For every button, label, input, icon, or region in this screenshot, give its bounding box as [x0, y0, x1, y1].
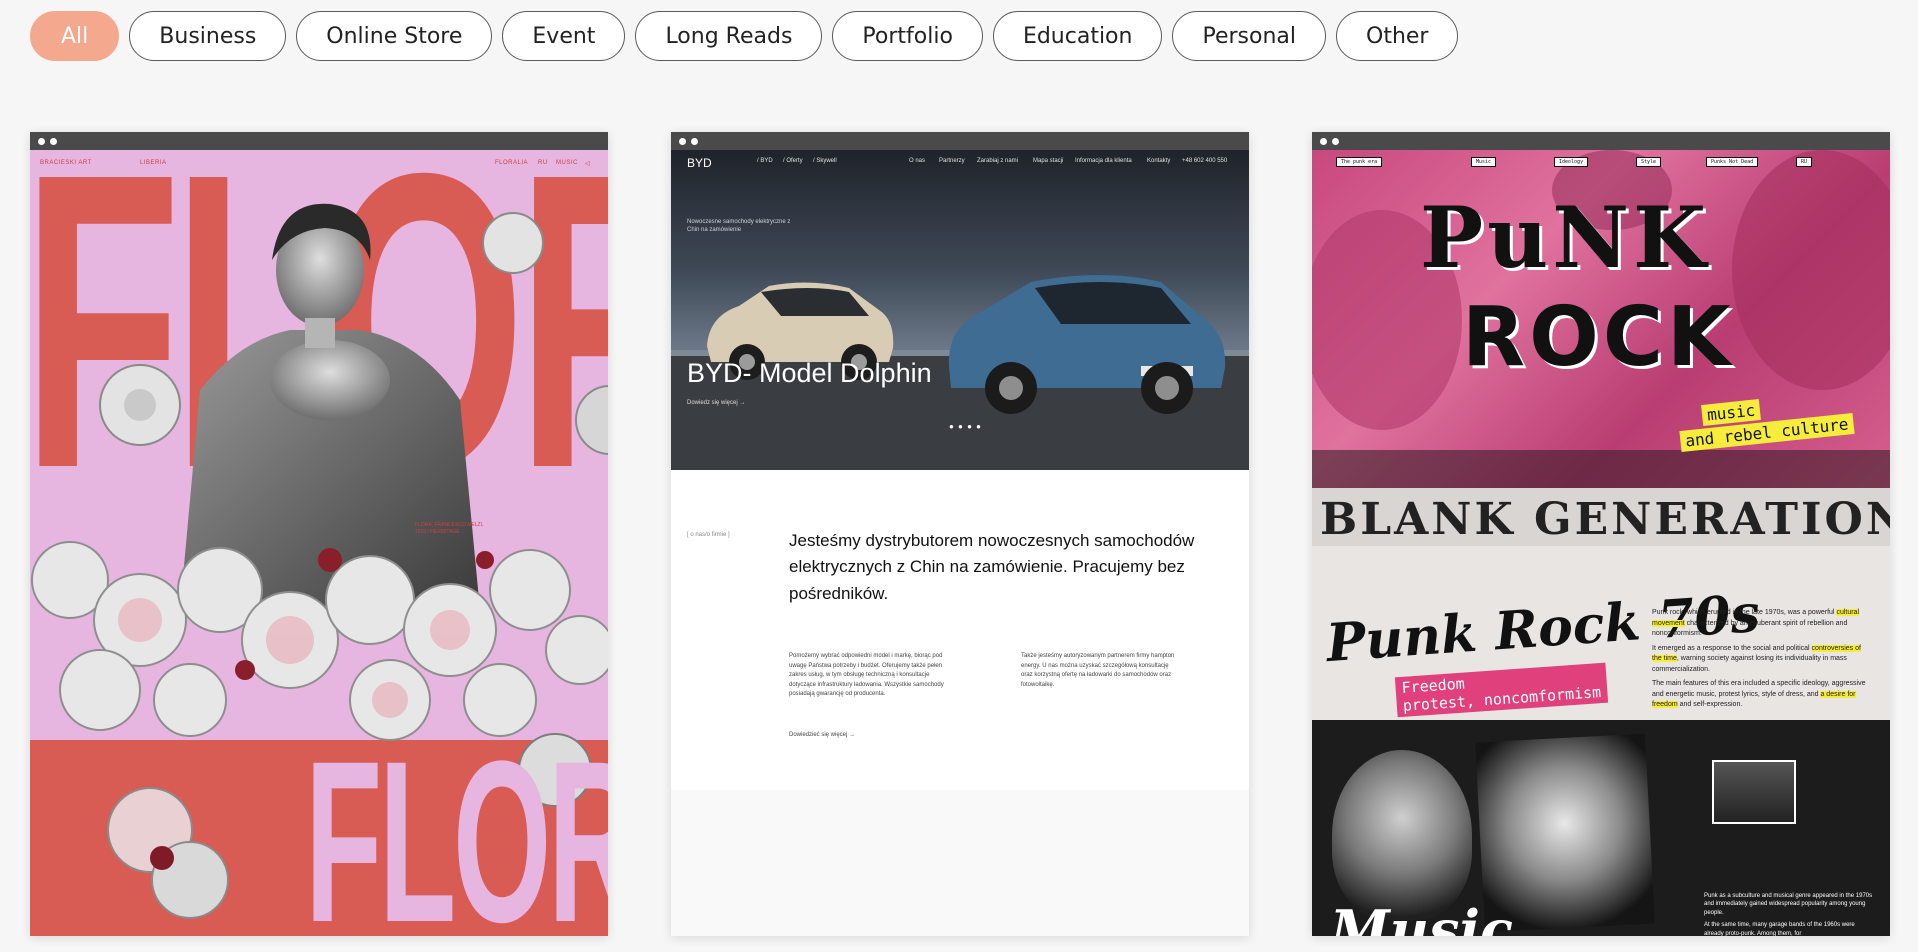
browser-chrome: [671, 132, 1249, 150]
flora-nav-item[interactable]: MUSIC: [556, 160, 578, 166]
flora-nav-item[interactable]: LIBERIA: [140, 160, 167, 166]
flora-caption: FLORA, FRANCESCO MELZI, 1510 / HERMITAGE: [415, 522, 484, 535]
byd-column-2: Także jesteśmy autoryzowanym partnerem f…: [1021, 653, 1175, 688]
template-card-flora[interactable]: FLORA BRACIESKI ART LIBERIA FLORALIA RU …: [30, 132, 608, 936]
category-filter-bar: All Business Online Store Event Long Rea…: [30, 11, 1459, 61]
filter-event[interactable]: Event: [502, 11, 626, 61]
flora-nav-item[interactable]: BRACIESKI ART: [40, 160, 92, 166]
punk-nav-item[interactable]: Style: [1636, 157, 1662, 167]
byd-nav-item[interactable]: O nas: [909, 158, 925, 164]
punk-nav-item[interactable]: Ideology: [1554, 157, 1589, 167]
punk-paragraph: The main features of this era included a…: [1652, 679, 1872, 711]
byd-tagline: Nowoczesne samochody elektryczne z Chin …: [687, 219, 791, 234]
byd-nav-item[interactable]: Partnerzy: [939, 158, 965, 164]
punk-box-text: Punk as a subculture and musical genre a…: [1704, 892, 1874, 936]
byd-nav-item[interactable]: Zarabiaj z nami: [977, 158, 1018, 164]
punk-nav: The punk era Music Ideology Style Punks …: [1326, 154, 1876, 167]
byd-hero: BYD / BYD / Oferty / Skywell O nas Partn…: [671, 150, 1249, 470]
byd-hero-title: BYD- Model Dolphin: [687, 358, 932, 388]
flora-nav-item[interactable]: RU: [538, 160, 548, 166]
blue-car-image: [948, 275, 1226, 414]
filter-other[interactable]: Other: [1336, 11, 1459, 61]
punk-music-heading: Music: [1330, 898, 1513, 936]
filter-online-store[interactable]: Online Store: [296, 11, 493, 61]
punk-box-line: Punk as a subculture and musical genre a…: [1704, 893, 1873, 916]
window-dot-icon: [38, 137, 45, 145]
byd-nav-item[interactable]: / Oferty: [783, 158, 803, 164]
punk-nav-item[interactable]: RU: [1796, 157, 1813, 167]
window-dot-icon: [50, 137, 57, 145]
byd-phone[interactable]: +48 602 400 550: [1182, 158, 1227, 164]
punk-paragraphs: Punk rock, which erupted in the late 197…: [1652, 608, 1872, 715]
byd-hero-link[interactable]: Dowiedz się więcej →: [687, 400, 745, 406]
window-dot-icon: [691, 137, 698, 145]
punk-paragraph: Punk rock, which erupted in the late 197…: [1652, 608, 1872, 640]
flower-icon: [107, 787, 229, 919]
window-dot-icon: [1320, 137, 1327, 145]
browser-chrome: [30, 132, 608, 150]
byd-logo[interactable]: BYD: [687, 156, 712, 170]
byd-nav-item[interactable]: Mapa stacji: [1033, 158, 1063, 164]
carousel-dots[interactable]: ● ● ● ●: [949, 422, 982, 431]
flower-icon: [575, 385, 608, 455]
flora-nav-item[interactable]: FLORALIA: [495, 160, 528, 166]
byd-lead-text: Jesteśmy dystrybutorem nowoczesnych samo…: [789, 531, 1195, 603]
blank-generation-text: BLANK GENERATION: [1320, 494, 1890, 545]
punk-nav-item[interactable]: Music: [1471, 157, 1497, 167]
byd-preview: BYD / BYD / Oferty / Skywell O nas Partn…: [671, 150, 1249, 936]
text: , warning society against losing its ind…: [1652, 655, 1847, 673]
text: and self-expression.: [1677, 701, 1743, 708]
filter-portfolio[interactable]: Portfolio: [832, 11, 983, 61]
filter-all[interactable]: All: [30, 11, 120, 61]
filter-education[interactable]: Education: [992, 11, 1163, 61]
flower-icon: [482, 212, 544, 274]
byd-section-tag: [ o nas/o firmie ]: [687, 532, 730, 538]
punk-box-line: At the same time, many garage bands of t…: [1704, 922, 1855, 936]
template-card-punk[interactable]: The punk era Music Ideology Style Punks …: [1312, 132, 1890, 936]
byd-column-1: Pomożemy wybrać odpowiedni model i markę…: [789, 653, 944, 698]
byd-footer-area: [671, 790, 1249, 936]
flora-big-title-bottom: FLORA: [305, 713, 608, 937]
blank-generation-banner: BLANK GENERATION: [1312, 488, 1890, 546]
filter-personal[interactable]: Personal: [1172, 11, 1326, 61]
template-card-byd[interactable]: BYD / BYD / Oferty / Skywell O nas Partn…: [671, 132, 1249, 936]
window-dot-icon: [679, 137, 686, 145]
byd-nav-item[interactable]: Kontakty: [1147, 158, 1170, 164]
punk-preview: The punk era Music Ideology Style Punks …: [1312, 150, 1890, 936]
punk-nav-item[interactable]: The punk era: [1336, 157, 1383, 167]
text: Punk rock, which erupted in the late 197…: [1652, 609, 1837, 616]
filter-long-reads[interactable]: Long Reads: [635, 11, 823, 61]
window-dot-icon: [1332, 137, 1339, 145]
punk-title-word-1: PuNK: [1420, 188, 1711, 287]
text: It emerged as a response to the social a…: [1652, 644, 1812, 652]
flower-icon: [99, 364, 181, 446]
flora-nav: BRACIESKI ART LIBERIA FLORALIA RU MUSIC …: [40, 154, 596, 174]
filter-business[interactable]: Business: [129, 11, 287, 61]
byd-nav-item[interactable]: / Skywell: [813, 158, 837, 164]
punk-title-word-2: ROCK: [1462, 290, 1735, 385]
punk-paragraph: It emerged as a response to the social a…: [1652, 644, 1872, 676]
flora-preview: FLORA BRACIESKI ART LIBERIA FLORALIA RU …: [30, 150, 608, 936]
punk-pink-tag: Freedom protest, noncomformism: [1394, 662, 1608, 718]
punk-photo-face: [1332, 750, 1472, 920]
punk-collage: The punk era Music Ideology Style Punks …: [1312, 150, 1890, 490]
byd-nav-item[interactable]: / BYD: [757, 158, 773, 164]
byd-more-link[interactable]: Dowiedzieć się więcej →: [789, 732, 855, 738]
punk-nav-item[interactable]: Punks Not Dead: [1706, 157, 1759, 167]
browser-chrome: [1312, 132, 1890, 150]
punk-photo-band: [1712, 760, 1796, 824]
sound-icon[interactable]: ◁: [585, 160, 590, 167]
byd-nav-item[interactable]: Informacja dla klienta: [1075, 158, 1132, 164]
